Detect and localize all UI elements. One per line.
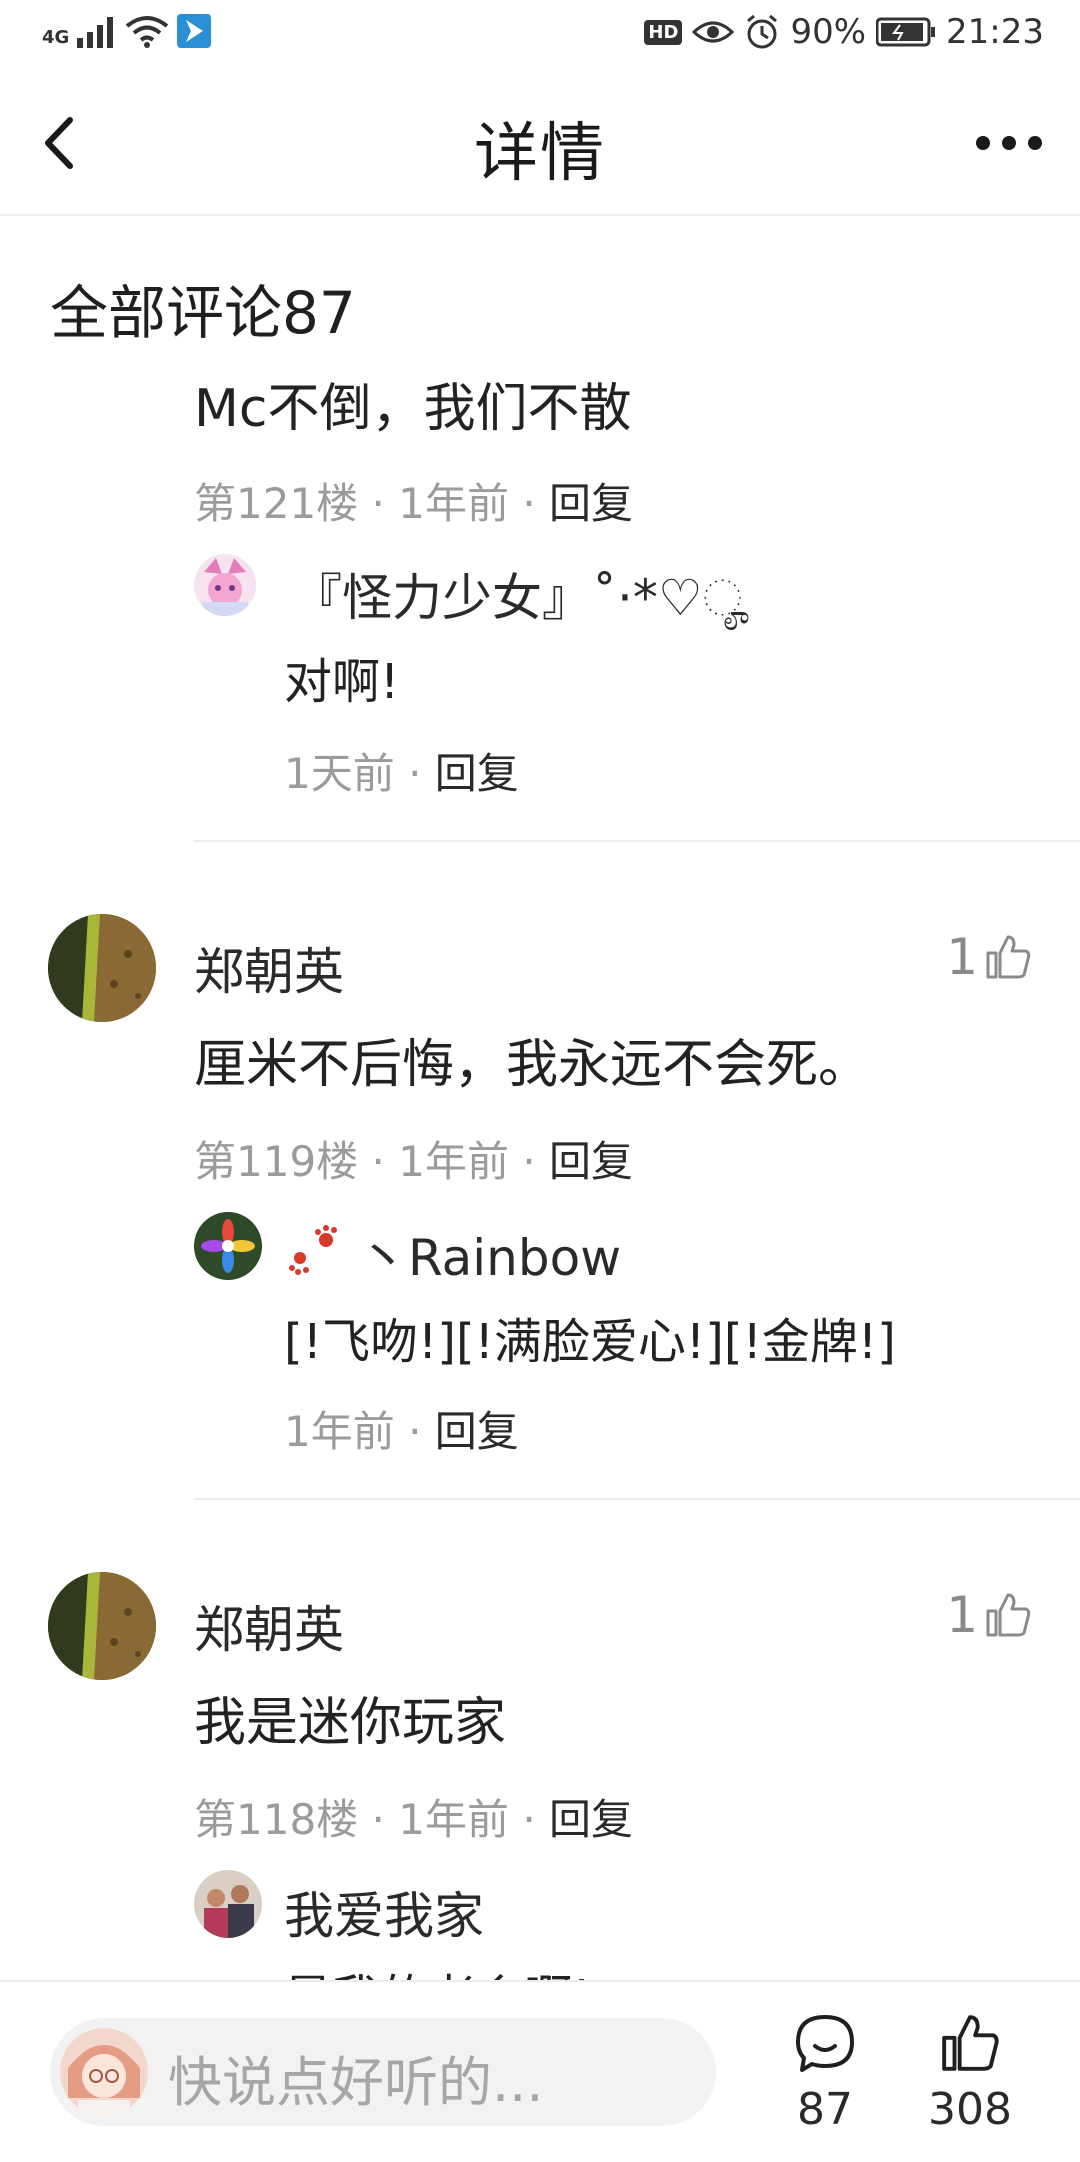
comment-time: 1年前: [398, 479, 509, 528]
like-count: 308: [928, 2084, 1012, 2135]
comment-meta: 第118楼 · 1年前 · 回复: [194, 1795, 634, 1844]
like-count: 1: [946, 928, 978, 986]
thumbs-up-icon: [942, 2015, 999, 2071]
app-notification-icon: [177, 14, 212, 48]
comment-input[interactable]: 快说点好听的...: [50, 2018, 716, 2126]
reply-avatar[interactable]: [194, 554, 256, 616]
user-avatar[interactable]: [48, 914, 156, 1022]
reply-button[interactable]: 回复: [435, 1407, 519, 1456]
wifi-icon: [126, 16, 169, 48]
reply-username[interactable]: 我爱我家: [284, 1876, 484, 1948]
divider: [194, 1498, 1080, 1500]
reply-meta: 1天前 · 回复: [284, 749, 519, 798]
reply-time: 1天前: [284, 749, 395, 798]
comment-username[interactable]: 郑朝英: [194, 1590, 344, 1662]
nav-bar: 详情: [0, 72, 1080, 216]
reply-avatar[interactable]: [194, 1212, 262, 1280]
floor-number: 第119楼: [194, 1137, 359, 1186]
like-button[interactable]: 1: [946, 1586, 1032, 1644]
comment-text: Mc不倒，我们不散: [194, 379, 632, 439]
comment-count: 87: [797, 2084, 853, 2135]
comment-placeholder: 快说点好听的...: [168, 2051, 544, 2114]
reply-username[interactable]: 『怪力少女』˚·*♡ೄ: [292, 558, 750, 630]
more-dot-icon: [976, 136, 990, 150]
comment-username[interactable]: 郑朝英: [194, 932, 344, 1004]
thumbs-up-icon: [986, 1593, 1031, 1637]
more-dot-icon: [1002, 136, 1016, 150]
user-avatar[interactable]: [48, 1572, 156, 1680]
comment-text: 厘米不后悔，我永远不会死。: [194, 1035, 871, 1095]
like-button[interactable]: 1: [946, 928, 1032, 986]
more-dot-icon: [1028, 136, 1042, 150]
bottom-bar: 快说点好听的... 87 308: [0, 1980, 1080, 2162]
thumbs-up-icon: [986, 935, 1031, 979]
paw-icon: [289, 1225, 337, 1275]
comment-time: 1年前: [398, 1137, 509, 1186]
comment-meta: 第121楼 · 1年前 · 回复: [194, 479, 634, 528]
comment-bubble-icon: [796, 2015, 854, 2072]
alarm-icon: [747, 14, 778, 49]
avatar-image: [194, 1870, 262, 1938]
more-button[interactable]: [976, 128, 1046, 158]
reply-button[interactable]: 回复: [549, 1137, 633, 1186]
comment-time: 1年前: [398, 1795, 509, 1844]
hd-badge: HD: [644, 19, 683, 45]
page-title: 详情: [474, 117, 606, 191]
post-like-button[interactable]: 308: [920, 2012, 1020, 2135]
avatar-image: [194, 1212, 262, 1280]
reply-username-row[interactable]: 丶Rainbow: [284, 1218, 621, 1290]
reply-username: 丶Rainbow: [358, 1229, 622, 1287]
clock: 21:23: [946, 12, 1044, 52]
comment-text: 我是迷你玩家: [194, 1693, 507, 1753]
eye-icon: [692, 21, 735, 43]
avatar-image: [48, 1572, 156, 1680]
reply-button[interactable]: 回复: [549, 1795, 633, 1844]
floor-number: 第121楼: [194, 479, 359, 528]
avatar-image: [60, 2028, 148, 2116]
signal-icon: [77, 17, 114, 48]
section-title: 全部评论87: [50, 279, 356, 347]
divider: [194, 840, 1080, 842]
reply-text: [!飞吻!][!满脸爱心!][!金牌!]: [284, 1314, 896, 1370]
reply-avatar[interactable]: [194, 1870, 262, 1938]
comment-list: 全部评论87 Mc不倒，我们不散 第121楼 · 1年前 · 回复 『怪力少女』…: [0, 216, 1080, 1980]
avatar-image: [48, 914, 156, 1022]
floor-number: 第118楼: [194, 1795, 359, 1844]
avatar-image: [194, 554, 256, 616]
battery-icon: [876, 17, 936, 47]
reply-button[interactable]: 回复: [549, 479, 633, 528]
reply-time: 1年前: [284, 1407, 395, 1456]
like-count: 1: [946, 1586, 978, 1644]
reply-button[interactable]: 回复: [435, 749, 519, 798]
my-avatar: [60, 2028, 148, 2116]
reply-text: 对啊!: [284, 654, 400, 710]
battery-percent: 90%: [790, 12, 867, 52]
comments-button[interactable]: 87: [790, 2012, 860, 2135]
status-bar: 4G HD 90% 21:23: [0, 0, 1080, 72]
reply-meta: 1年前 · 回复: [284, 1407, 519, 1456]
comment-meta: 第119楼 · 1年前 · 回复: [194, 1137, 634, 1186]
reply-text: 是我的老乡啊!: [284, 1958, 591, 1980]
network-type: 4G: [42, 27, 70, 48]
